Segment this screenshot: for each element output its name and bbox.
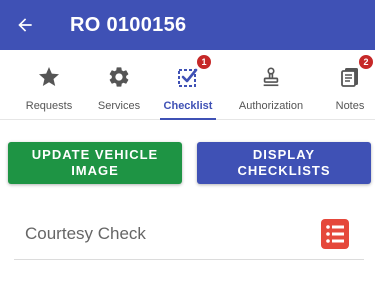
tab-checklist[interactable]: 1 Checklist [160,50,216,120]
checkbox-checked-icon [178,68,198,87]
tab-bar: Requests Services 1 Checklist Authorizat… [0,50,375,120]
arrow-left-icon [18,18,32,32]
tab-authorization[interactable]: Authorization [232,50,310,120]
display-checklists-button[interactable]: DISPLAY CHECKLISTS [197,142,371,184]
tab-notes-label: Notes [335,100,365,112]
tab-requests-label: Requests [25,100,73,112]
star-icon [39,67,59,86]
app-bar: RO 0100156 [0,0,375,50]
tab-notes[interactable]: 2 Notes [330,50,374,120]
notes-icon [341,68,358,87]
notes-badge: 2 [358,54,374,70]
update-vehicle-image-button[interactable]: UPDATE VEHICLE IMAGE [8,142,182,184]
tab-services-label: Services [97,100,141,112]
tab-authorization-label: Authorization [238,100,304,112]
tab-partial-left[interactable] [0,50,12,120]
tab-checklist-label: Checklist [163,100,213,112]
checklist-item-label: Courtesy Check [25,223,146,243]
gear-icon [109,67,129,87]
active-tab-indicator [160,118,216,120]
back-button[interactable] [0,0,50,50]
tab-services[interactable]: Services [90,50,148,120]
checklist-badge: 1 [196,54,212,70]
list-item[interactable]: Courtesy Check [14,208,364,260]
checklist-document-icon[interactable] [320,218,350,250]
page-title: RO 0100156 [70,13,187,36]
tab-requests[interactable]: Requests [18,50,80,120]
stamp-icon [263,67,279,87]
